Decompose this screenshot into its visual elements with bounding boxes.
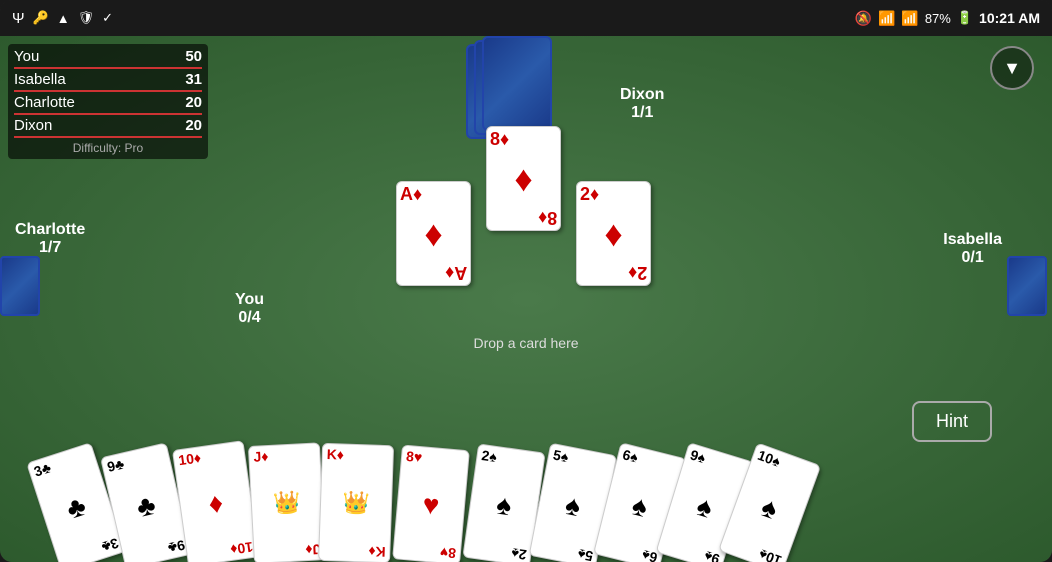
you-score: 0/4 (235, 309, 264, 327)
hand-area: 3♣ ♣ 3♣ 9♣ ♣ 9♣ 10♦ ♦ 10♦ J♦ 👑 J♦ (0, 427, 1052, 562)
hand-card-kd[interactable]: K♦ 👑 K♦ (318, 443, 394, 562)
charlotte-deck-card (0, 256, 40, 316)
score-row-dixon: Dixon 20 (14, 117, 202, 137)
alert-icon: ▲ (57, 11, 70, 26)
card-2d-bottom: 2♦ (628, 264, 647, 282)
score-value-isabella: 31 (172, 71, 202, 91)
score-row-you: You 50 (14, 48, 202, 68)
status-icons-right: 🔕 📶 📶 87% 🔋 10:21 AM (855, 10, 1040, 27)
charlotte-score: 1/7 (15, 239, 85, 257)
charlotte-label: Charlotte 1/7 (15, 221, 85, 257)
you-label: You 0/4 (235, 291, 264, 327)
score-name-you: You (14, 48, 172, 68)
card-8d-center: ♦ (490, 161, 557, 197)
key-icon: 🔑 (33, 10, 49, 26)
drop-zone[interactable]: Drop a card here (426, 335, 626, 351)
play-area: 8♦ ♦ 8♦ A♦ ♦ A♦ 2♦ ♦ 2♦ Drop a card here (366, 116, 686, 336)
card-8d-bottom: 8♦ (538, 209, 557, 227)
chevron-down-icon: ▼ (1003, 58, 1021, 79)
score-name-charlotte: Charlotte (14, 94, 172, 114)
difficulty-label: Difficulty: Pro (14, 141, 202, 155)
score-row-isabella: Isabella 31 (14, 71, 202, 91)
battery-level: 87% (925, 11, 951, 26)
wifi-shield-icon: 🛡 (78, 10, 95, 26)
isabella-name: Isabella (943, 231, 1002, 249)
isabella-label: Isabella 0/1 (943, 231, 1002, 267)
score-value-dixon: 20 (172, 117, 202, 137)
game-area: You 50 Isabella 31 Charlotte 20 Dixon 20… (0, 36, 1052, 562)
signal-icon: 📶 (901, 10, 918, 27)
card-ad-bottom: A♦ (445, 264, 467, 282)
top-deck (466, 44, 586, 124)
card-8d-top: 8♦ (490, 130, 557, 148)
dixon-name: Dixon (620, 86, 664, 104)
check-icon: ✓ (102, 10, 113, 26)
status-icons-left: Ψ 🔑 ▲ 🛡 ✓ (12, 10, 113, 27)
card-8-diamonds[interactable]: 8♦ ♦ 8♦ (486, 126, 561, 231)
clock: 10:21 AM (979, 10, 1040, 26)
hand-card-8h[interactable]: 8♥ ♥ 8♥ (392, 444, 470, 562)
isabella-deck-card (1007, 256, 1047, 316)
card-2d-center: ♦ (580, 216, 647, 252)
phone-frame: Ψ 🔑 ▲ 🛡 ✓ 🔕 📶 📶 87% 🔋 10:21 AM You 50 Is… (0, 0, 1052, 562)
hand-card-jd[interactable]: J♦ 👑 J♦ (248, 442, 326, 562)
dropdown-button[interactable]: ▼ (990, 46, 1034, 90)
charlotte-deck (0, 256, 45, 316)
score-name-dixon: Dixon (14, 117, 172, 137)
card-ad-center: ♦ (400, 216, 467, 252)
battery-icon: 🔋 (957, 10, 973, 26)
score-value-charlotte: 20 (172, 94, 202, 114)
wifi-icon: 📶 (878, 10, 895, 27)
charlotte-name: Charlotte (15, 221, 85, 239)
you-name: You (235, 291, 264, 309)
volume-off-icon: 🔕 (855, 10, 872, 27)
score-row-charlotte: Charlotte 20 (14, 94, 202, 114)
score-value-you: 50 (172, 48, 202, 68)
hand-card-10d[interactable]: 10♦ ♦ 10♦ (172, 440, 260, 562)
card-2d-top: 2♦ (580, 185, 647, 203)
isabella-deck (1007, 256, 1052, 316)
score-name-isabella: Isabella (14, 71, 172, 91)
usb-icon: Ψ (12, 10, 25, 27)
isabella-score: 0/1 (943, 249, 1002, 267)
score-panel: You 50 Isabella 31 Charlotte 20 Dixon 20… (8, 44, 208, 159)
card-2-diamonds[interactable]: 2♦ ♦ 2♦ (576, 181, 651, 286)
status-bar: Ψ 🔑 ▲ 🛡 ✓ 🔕 📶 📶 87% 🔋 10:21 AM (0, 0, 1052, 36)
card-ad-top: A♦ (400, 185, 467, 203)
card-ace-diamonds[interactable]: A♦ ♦ A♦ (396, 181, 471, 286)
